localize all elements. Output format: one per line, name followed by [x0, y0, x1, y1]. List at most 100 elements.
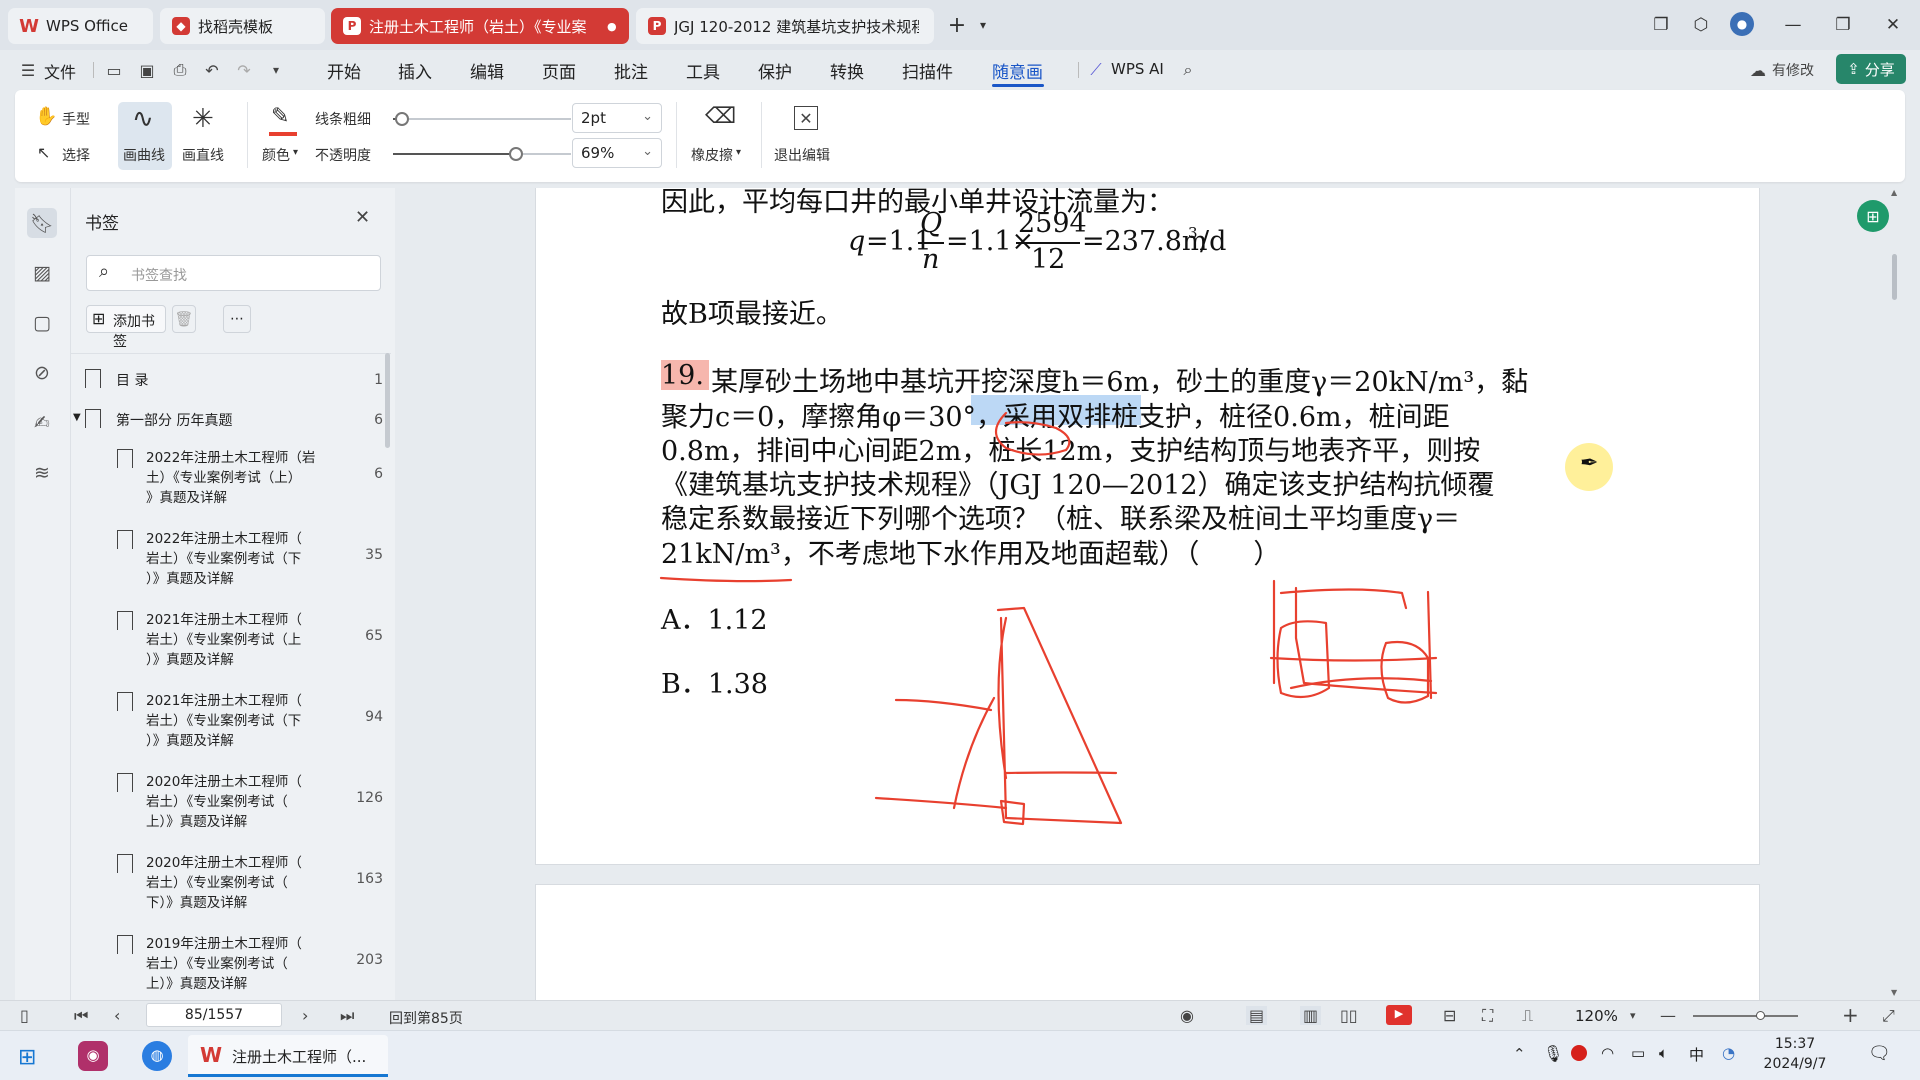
bookmark-panel-icon[interactable]: 🔖︎	[27, 208, 57, 238]
menu-edit[interactable]: 编辑	[470, 58, 504, 83]
comment-icon[interactable]: ▢	[27, 308, 57, 338]
tab-pdf-active[interactable]: P 注册土木工程师（岩土）《专业案 ●	[331, 8, 629, 44]
line-width-slider[interactable]	[393, 112, 571, 126]
back-to-page-link[interactable]: 回到第85页	[389, 1008, 463, 1028]
menu-start[interactable]: 开始	[327, 58, 361, 83]
redo-icon[interactable]: ↷	[234, 60, 254, 80]
eraser-button[interactable]: ⌫ 橡皮擦 ▾	[683, 102, 753, 170]
wps-taskbar-button[interactable]: W 注册土木工程师（...	[188, 1035, 388, 1077]
print-icon[interactable]: ⎙	[170, 60, 190, 80]
thumbnail-icon[interactable]: ▨	[27, 258, 57, 288]
zoom-in-icon[interactable]: +	[1842, 1003, 1859, 1027]
bookmark-item[interactable]: 2020年注册土木工程师（ 岩土）《专业案例考试（ 上）》真题及详解 126	[71, 770, 391, 836]
has-changes-label[interactable]: 有修改	[1772, 60, 1814, 80]
tab-docer[interactable]: ◆ 找稻壳模板	[160, 8, 325, 44]
bookmark-item[interactable]: 2021年注册土木工程师（ 岩土）《专业案例考试（上 ）》真题及详解 65	[71, 608, 391, 674]
app-taskbar-icon[interactable]: ◉	[78, 1041, 108, 1071]
draw-line-button[interactable]: ✳ 画直线	[177, 102, 231, 170]
cube-icon[interactable]: ⬡	[1688, 12, 1714, 38]
table-tool-icon[interactable]: ⊞	[1857, 200, 1889, 232]
two-page-icon[interactable]: ▯▯	[1340, 1006, 1358, 1025]
record-icon[interactable]	[1571, 1045, 1587, 1061]
clock-time[interactable]: 15:37	[1755, 1036, 1835, 1052]
restore-icon[interactable]: ❐	[1830, 12, 1856, 38]
bookmark-item[interactable]: 2022年注册土木工程师（ 岩土）《专业案例考试（下 ）》真题及详解 35	[71, 527, 391, 593]
scrollbar-thumb[interactable]	[1892, 254, 1897, 300]
attachment-icon[interactable]: ⊘	[27, 358, 57, 388]
chevron-down-icon[interactable]: ▾	[970, 12, 996, 38]
folder-icon[interactable]: ▭	[104, 60, 124, 80]
ime-icon[interactable]: 中	[1689, 1044, 1704, 1065]
bookmark-item[interactable]: ▼ 第一部分 历年真题 6	[71, 403, 391, 433]
stamp-icon[interactable]: ⎍	[1522, 1006, 1533, 1026]
undo-icon[interactable]: ↶	[202, 60, 222, 80]
bookmark-item[interactable]: 2020年注册土木工程师（ 岩土）《专业案例考试（ 下）》真题及详解 163	[71, 851, 391, 917]
tab-jgj[interactable]: P JGJ 120-2012 建筑基坑支护技术规程	[636, 8, 934, 44]
close-icon[interactable]: ✕	[355, 207, 370, 228]
volume-icon[interactable]: 🔈︎	[1659, 1044, 1668, 1062]
microphone-icon[interactable]: 🎙︎	[1543, 1044, 1563, 1063]
bookmark-item[interactable]: 目 录 1	[71, 363, 391, 393]
menu-tools[interactable]: 工具	[686, 58, 720, 83]
more-options-icon[interactable]: ⋯	[223, 305, 251, 333]
tray-chevron-icon[interactable]: ⌃	[1513, 1045, 1526, 1063]
opacity-slider[interactable]	[393, 147, 571, 161]
menu-freehand[interactable]: 随意画	[992, 58, 1043, 83]
browser-taskbar-icon[interactable]: ◍	[142, 1041, 172, 1071]
menu-page[interactable]: 页面	[542, 58, 576, 83]
wps-ai-button[interactable]: WPS AI	[1111, 60, 1164, 78]
avatar[interactable]: ●	[1730, 12, 1754, 36]
fullscreen-icon[interactable]: ⤢	[1882, 1006, 1895, 1026]
chevron-down-icon[interactable]: ▾	[266, 60, 286, 80]
menu-convert[interactable]: 转换	[830, 58, 864, 83]
ime-extra-icon[interactable]: ◔	[1722, 1044, 1735, 1062]
menu-insert[interactable]: 插入	[398, 58, 432, 83]
windows-start-icon[interactable]: ⊞	[18, 1045, 36, 1070]
eye-icon[interactable]: ◉	[1180, 1006, 1194, 1025]
color-picker[interactable]: ✎ 颜色 ▾	[257, 102, 307, 170]
zoom-slider[interactable]	[1693, 1011, 1798, 1020]
menu-file[interactable]: 文件	[44, 59, 76, 83]
bookmark-item[interactable]: 2022年注册土木工程师（岩 土）《专业案例考试（上） 》真题及详解 6	[71, 446, 391, 512]
delete-bookmark-icon[interactable]: 🗑︎	[172, 305, 196, 333]
zoom-level[interactable]: 120%	[1575, 1007, 1618, 1025]
bookmark-search-input[interactable]: ⌕ 书签查找	[86, 255, 381, 291]
battery-icon[interactable]: ▭	[1631, 1044, 1645, 1062]
draw-curve-button[interactable]: ∿ 画曲线	[118, 102, 172, 170]
sidebar-toggle-icon[interactable]: ▯	[20, 1006, 29, 1025]
tab-wps-office[interactable]: W WPS Office	[8, 8, 153, 44]
signature-icon[interactable]: ✍	[27, 408, 57, 438]
continuous-icon[interactable]: ▥	[1300, 1006, 1322, 1025]
bookmark-item[interactable]: 2021年注册土木工程师（ 岩土）《专业案例考试（下 ）》真题及详解 94	[71, 689, 391, 755]
share-button[interactable]: ⇪ 分享	[1836, 54, 1906, 84]
chevron-down-icon[interactable]: ▾	[1630, 1009, 1636, 1022]
menu-annotate[interactable]: 批注	[614, 58, 648, 83]
close-icon[interactable]: ✕	[1880, 12, 1906, 38]
menu-scan[interactable]: 扫描件	[902, 58, 953, 83]
prev-page-icon[interactable]: ‹	[114, 1006, 120, 1025]
expand-arrow-icon[interactable]: ▼	[73, 412, 81, 423]
notification-icon[interactable]: 🗨︎	[1868, 1043, 1891, 1064]
line-width-select[interactable]: 2pt ⌄	[572, 103, 662, 133]
select-tool-button[interactable]: 选择	[62, 145, 90, 165]
first-page-icon[interactable]: ⏮	[74, 1006, 88, 1026]
clock-date[interactable]: 2024/9/7	[1755, 1056, 1835, 1072]
layers-icon[interactable]: ≋	[27, 458, 57, 488]
document-scrollbar[interactable]: ▲ ▼	[1891, 188, 1899, 1000]
add-bookmark-button[interactable]: ⊞ 添加书签	[86, 305, 166, 350]
hand-tool-button[interactable]: 手型	[62, 109, 90, 129]
document-viewer[interactable]: 因此，平均每口井的最小单井设计流量为： q =1.1 Q n =1.1× 259…	[395, 188, 1900, 1000]
new-tab-icon[interactable]: +	[944, 12, 970, 38]
play-icon[interactable]: ▶	[1386, 1005, 1412, 1025]
next-page-icon[interactable]: ›	[302, 1006, 308, 1025]
fit-page-icon[interactable]: ⛶	[1482, 1006, 1493, 1026]
minimize-icon[interactable]: —	[1780, 12, 1806, 38]
single-page-icon[interactable]: ▤	[1246, 1006, 1268, 1025]
opacity-select[interactable]: 69% ⌄	[572, 138, 662, 168]
menu-protect[interactable]: 保护	[758, 58, 792, 83]
window-layout-icon[interactable]: ❐	[1648, 12, 1674, 38]
search-icon[interactable]: ⌕	[1178, 60, 1198, 80]
fit-width-icon[interactable]: ⊟	[1443, 1006, 1456, 1025]
exit-edit-button[interactable]: ✕ 退出编辑	[770, 102, 842, 170]
wifi-icon[interactable]: ◠	[1601, 1044, 1614, 1062]
